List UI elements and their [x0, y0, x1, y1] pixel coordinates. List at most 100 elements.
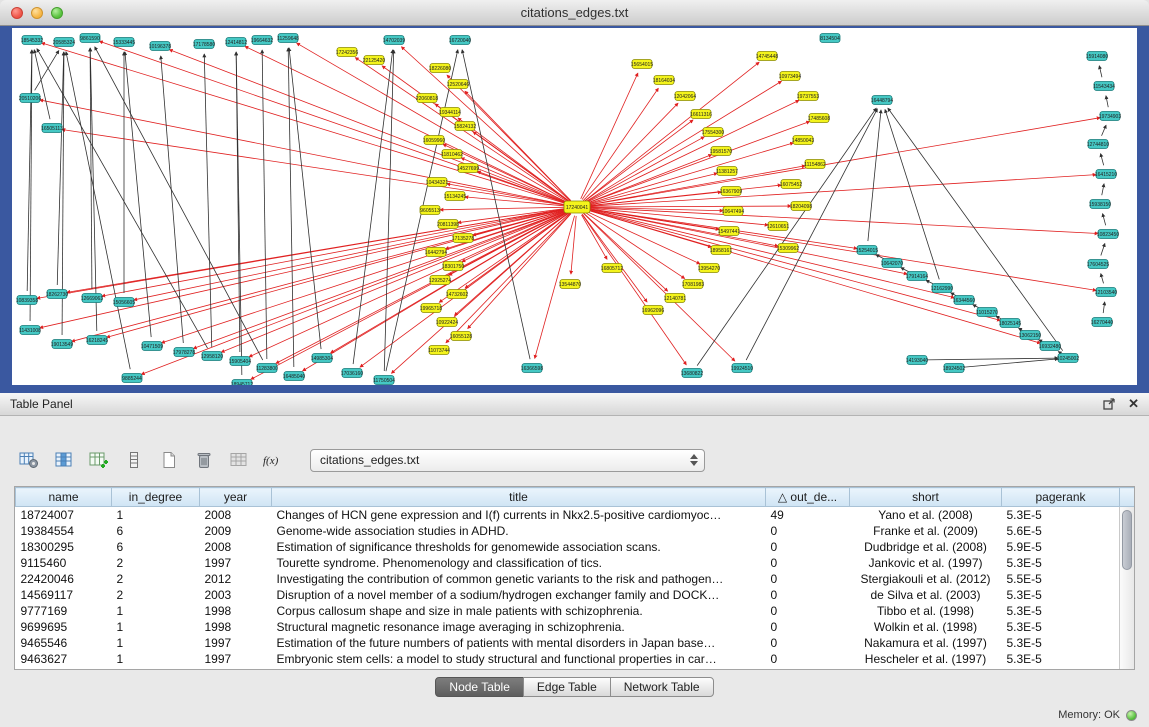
graph-node-label: 10922424: [436, 320, 458, 326]
show-columns-button[interactable]: [49, 447, 79, 473]
column-header[interactable]: △ out_de...: [766, 488, 850, 507]
graph-edge: [382, 66, 570, 202]
table-row[interactable]: 2242004622012Investigating the contribut…: [16, 571, 1135, 587]
table-row[interactable]: 1830029562008Estimation of significance …: [16, 539, 1135, 555]
graph-node-label: 19965718: [420, 306, 442, 312]
graph-node-label: 14850043: [792, 138, 814, 144]
window-title: citations_edges.txt: [0, 5, 1149, 20]
network-table-select[interactable]: citations_edges.txt: [310, 449, 705, 472]
column-header[interactable]: pagerank: [1002, 488, 1120, 507]
table-row[interactable]: 969969511998Structural magnetic resonanc…: [16, 619, 1135, 635]
tab-edge-table[interactable]: Edge Table: [523, 677, 611, 697]
graph-node-label: 10434321: [426, 180, 448, 186]
graph-edge: [584, 213, 668, 291]
table-cell: Structural magnetic resonance image aver…: [272, 619, 766, 635]
graph-edge: [1106, 96, 1108, 107]
graph-edge: [249, 211, 569, 357]
close-panel-icon[interactable]: ✕: [1128, 398, 1139, 410]
graph-node-label: 12414812: [225, 40, 247, 46]
graph-node-label: 19581570: [710, 149, 732, 155]
delete-button[interactable]: [189, 447, 219, 473]
row-selector-button[interactable]: [119, 447, 149, 473]
minimize-window-button[interactable]: [31, 7, 43, 19]
table-cell: 9463627: [16, 651, 112, 667]
graph-node-label: 17135278: [452, 236, 474, 242]
graph-edge: [1101, 243, 1105, 255]
table-cell: 1: [112, 635, 200, 651]
graph-node-label: 16442794: [425, 250, 447, 256]
table-cell: 1: [112, 603, 200, 619]
table-cell: Changes of HCN gene expression and I(f) …: [272, 507, 766, 523]
table-row[interactable]: 946554611997Estimation of the future num…: [16, 635, 1135, 651]
graph-node-label: 16505113: [41, 126, 63, 132]
graph-node-label: 19344114: [439, 110, 461, 116]
graph-edge: [462, 50, 530, 359]
graph-node-label: 9861590: [80, 36, 100, 42]
column-header[interactable]: in_degree: [112, 488, 200, 507]
column-header[interactable]: name: [16, 488, 112, 507]
function-icon: f(x): [261, 451, 287, 469]
network-canvas[interactable]: 1724004118226080125206462206081819344114…: [12, 28, 1137, 385]
graph-edge: [35, 51, 59, 91]
table-row[interactable]: 946362711997Embryonic stem cells: a mode…: [16, 651, 1135, 667]
graph-node-label: 15938150: [1089, 202, 1111, 208]
graph-node-label: 18262730: [46, 292, 68, 298]
graph-edge: [440, 207, 568, 210]
node-table-header[interactable]: namein_degreeyeartitle△ out_de...shortpa…: [16, 488, 1135, 507]
table-cell: 5.3E-5: [1002, 603, 1120, 619]
function-builder-button[interactable]: f(x): [259, 447, 289, 473]
graph-node-label: 11431008: [19, 328, 41, 334]
graph-edge: [1101, 154, 1104, 166]
add-column-button[interactable]: [84, 447, 114, 473]
graph-node-label: 15134245: [444, 194, 466, 200]
traffic-lights: [11, 7, 63, 19]
node-table: namein_degreeyeartitle△ out_de...shortpa…: [15, 487, 1135, 667]
zoom-window-button[interactable]: [51, 7, 63, 19]
graph-edge: [169, 50, 568, 204]
column-header[interactable]: title: [272, 488, 766, 507]
vertical-scrollbar[interactable]: [1119, 507, 1134, 669]
table-row[interactable]: 1872400712008Changes of HCN gene express…: [16, 507, 1135, 523]
graph-node-label: 14732602: [446, 292, 468, 298]
graph-edge: [585, 211, 700, 264]
table-panel-title: Table Panel: [10, 397, 73, 411]
tab-node-table[interactable]: Node Table: [435, 677, 524, 697]
graph-node-label: 12610651: [767, 224, 789, 230]
graph-node-label: 14527699: [457, 166, 479, 172]
svg-text:f(x): f(x): [263, 455, 279, 467]
table-cell: 0: [766, 635, 850, 651]
graph-node-label: 10245002: [1057, 356, 1079, 362]
network-view-frame: 1724004118226080125206462206081819344114…: [0, 26, 1149, 393]
table-cell: 5.3E-5: [1002, 619, 1120, 635]
table-disabled-button[interactable]: [224, 447, 254, 473]
float-panel-icon[interactable]: [1103, 398, 1116, 410]
table-row[interactable]: 1938455462009Genome-wide association stu…: [16, 523, 1135, 539]
table-panel-header: Table Panel ✕: [0, 393, 1149, 416]
scrollbar-thumb[interactable]: [1122, 510, 1132, 570]
graph-edge: [446, 213, 571, 342]
graph-edge: [289, 48, 321, 349]
table-cell: 0: [766, 603, 850, 619]
table-settings-button[interactable]: [14, 447, 44, 473]
table-cell: 6: [112, 523, 200, 539]
graph-node-label: 13954270: [698, 266, 720, 272]
graph-node-label: 16366598: [521, 366, 543, 372]
column-header[interactable]: short: [850, 488, 1002, 507]
new-file-button[interactable]: [154, 447, 184, 473]
graph-node-label: 12520646: [447, 82, 469, 88]
close-window-button[interactable]: [11, 7, 23, 19]
column-header[interactable]: year: [200, 488, 272, 507]
trash-icon: [194, 451, 214, 469]
graph-edge: [288, 48, 294, 367]
graph-edge: [401, 47, 570, 201]
table-cell: Estimation of the future numbers of pati…: [272, 635, 766, 651]
window-titlebar[interactable]: citations_edges.txt: [0, 0, 1149, 26]
tab-network-table[interactable]: Network Table: [610, 677, 714, 697]
graph-edge: [162, 210, 569, 343]
table-cell: de Silva et al. (2003): [850, 587, 1002, 603]
table-row[interactable]: 977716911998Corpus callosum shape and si…: [16, 603, 1135, 619]
table-row[interactable]: 1456911722003Disruption of a novel membe…: [16, 587, 1135, 603]
graph-node-label: 12042064: [674, 94, 696, 100]
graph-node-label: 11073744: [428, 348, 450, 354]
table-row[interactable]: 911546021997Tourette syndrome. Phenomeno…: [16, 555, 1135, 571]
